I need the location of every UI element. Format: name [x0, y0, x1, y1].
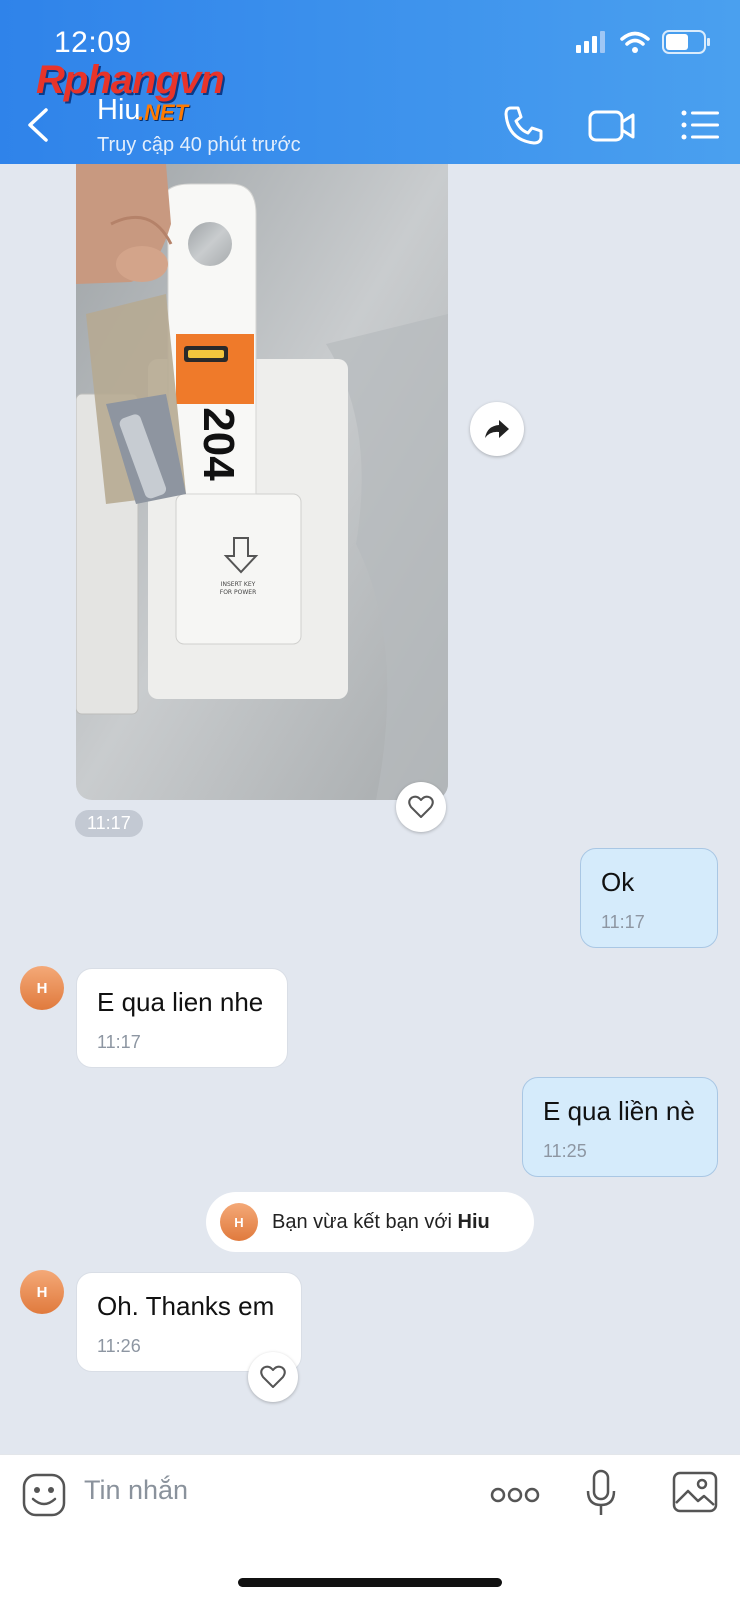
- message-bubble-outgoing[interactable]: E qua liền nè 11:25: [522, 1077, 718, 1177]
- menu-list-icon[interactable]: [680, 104, 720, 146]
- wifi-icon: [620, 31, 650, 53]
- photo-react-button[interactable]: [396, 782, 446, 832]
- message-time: 11:17: [601, 912, 645, 932]
- notice-avatar: H: [220, 1203, 258, 1241]
- contact-avatar[interactable]: H: [20, 1270, 64, 1314]
- photo-timestamp: 11:17: [75, 810, 143, 837]
- gallery-image-icon[interactable]: [672, 1471, 718, 1513]
- heart-icon: [408, 795, 434, 818]
- notice-text: Bạn vừa kết bạn với Hiu: [272, 1211, 490, 1234]
- svg-text:INSERT KEY: INSERT KEY: [221, 581, 256, 588]
- battery-icon: [662, 30, 710, 54]
- forward-arrow-icon: [485, 420, 509, 438]
- contact-avatar[interactable]: H: [20, 966, 64, 1010]
- heart-icon: [260, 1365, 286, 1388]
- phone-call-icon[interactable]: [502, 104, 544, 146]
- watermark-suffix: .NET: [138, 100, 189, 125]
- contact-last-seen: Truy cập 40 phút trước: [97, 134, 301, 156]
- notice-prefix: Bạn vừa kết bạn với: [272, 1210, 458, 1233]
- photo-message[interactable]: INSERT KEY FOR POWER 204: [76, 164, 448, 800]
- more-options-icon[interactable]: [490, 1485, 540, 1505]
- message-time: 11:17: [97, 1032, 141, 1052]
- message-time: 11:26: [97, 1336, 141, 1356]
- message-text: Ok: [601, 867, 635, 897]
- chat-header: 12:09 Rphangvn .NET Hiu Truy cập 40 phút…: [0, 0, 740, 164]
- message-time: 11:25: [543, 1141, 587, 1161]
- message-bubble-outgoing[interactable]: Ok 11:17: [580, 848, 718, 948]
- message-text: E qua lien nhe: [97, 987, 264, 1017]
- contact-name[interactable]: Hiu: [97, 94, 141, 127]
- microphone-icon[interactable]: [585, 1469, 617, 1517]
- message-input[interactable]: Tin nhắn: [84, 1475, 188, 1506]
- message-text: Oh. Thanks em: [97, 1291, 275, 1321]
- svg-text:FOR POWER: FOR POWER: [220, 589, 256, 596]
- message-text: E qua liền nè: [543, 1096, 695, 1126]
- status-icons: [576, 30, 712, 54]
- keycard-photo: INSERT KEY FOR POWER 204: [76, 164, 448, 800]
- signal-icon: [576, 31, 605, 53]
- home-indicator[interactable]: [238, 1578, 502, 1587]
- forward-button[interactable]: [470, 402, 524, 456]
- message-react-button[interactable]: [248, 1352, 298, 1402]
- message-bubble-incoming[interactable]: E qua lien nhe 11:17: [76, 968, 288, 1068]
- room-number-label: 204: [194, 407, 243, 481]
- sticker-emoji-icon[interactable]: [22, 1473, 66, 1517]
- back-arrow-icon[interactable]: [22, 104, 54, 146]
- notice-name: Hiu: [457, 1210, 490, 1233]
- friend-added-notice: H Bạn vừa kết bạn với Hiu: [206, 1192, 534, 1252]
- status-time: 12:09: [54, 26, 132, 59]
- video-call-icon[interactable]: [588, 104, 636, 146]
